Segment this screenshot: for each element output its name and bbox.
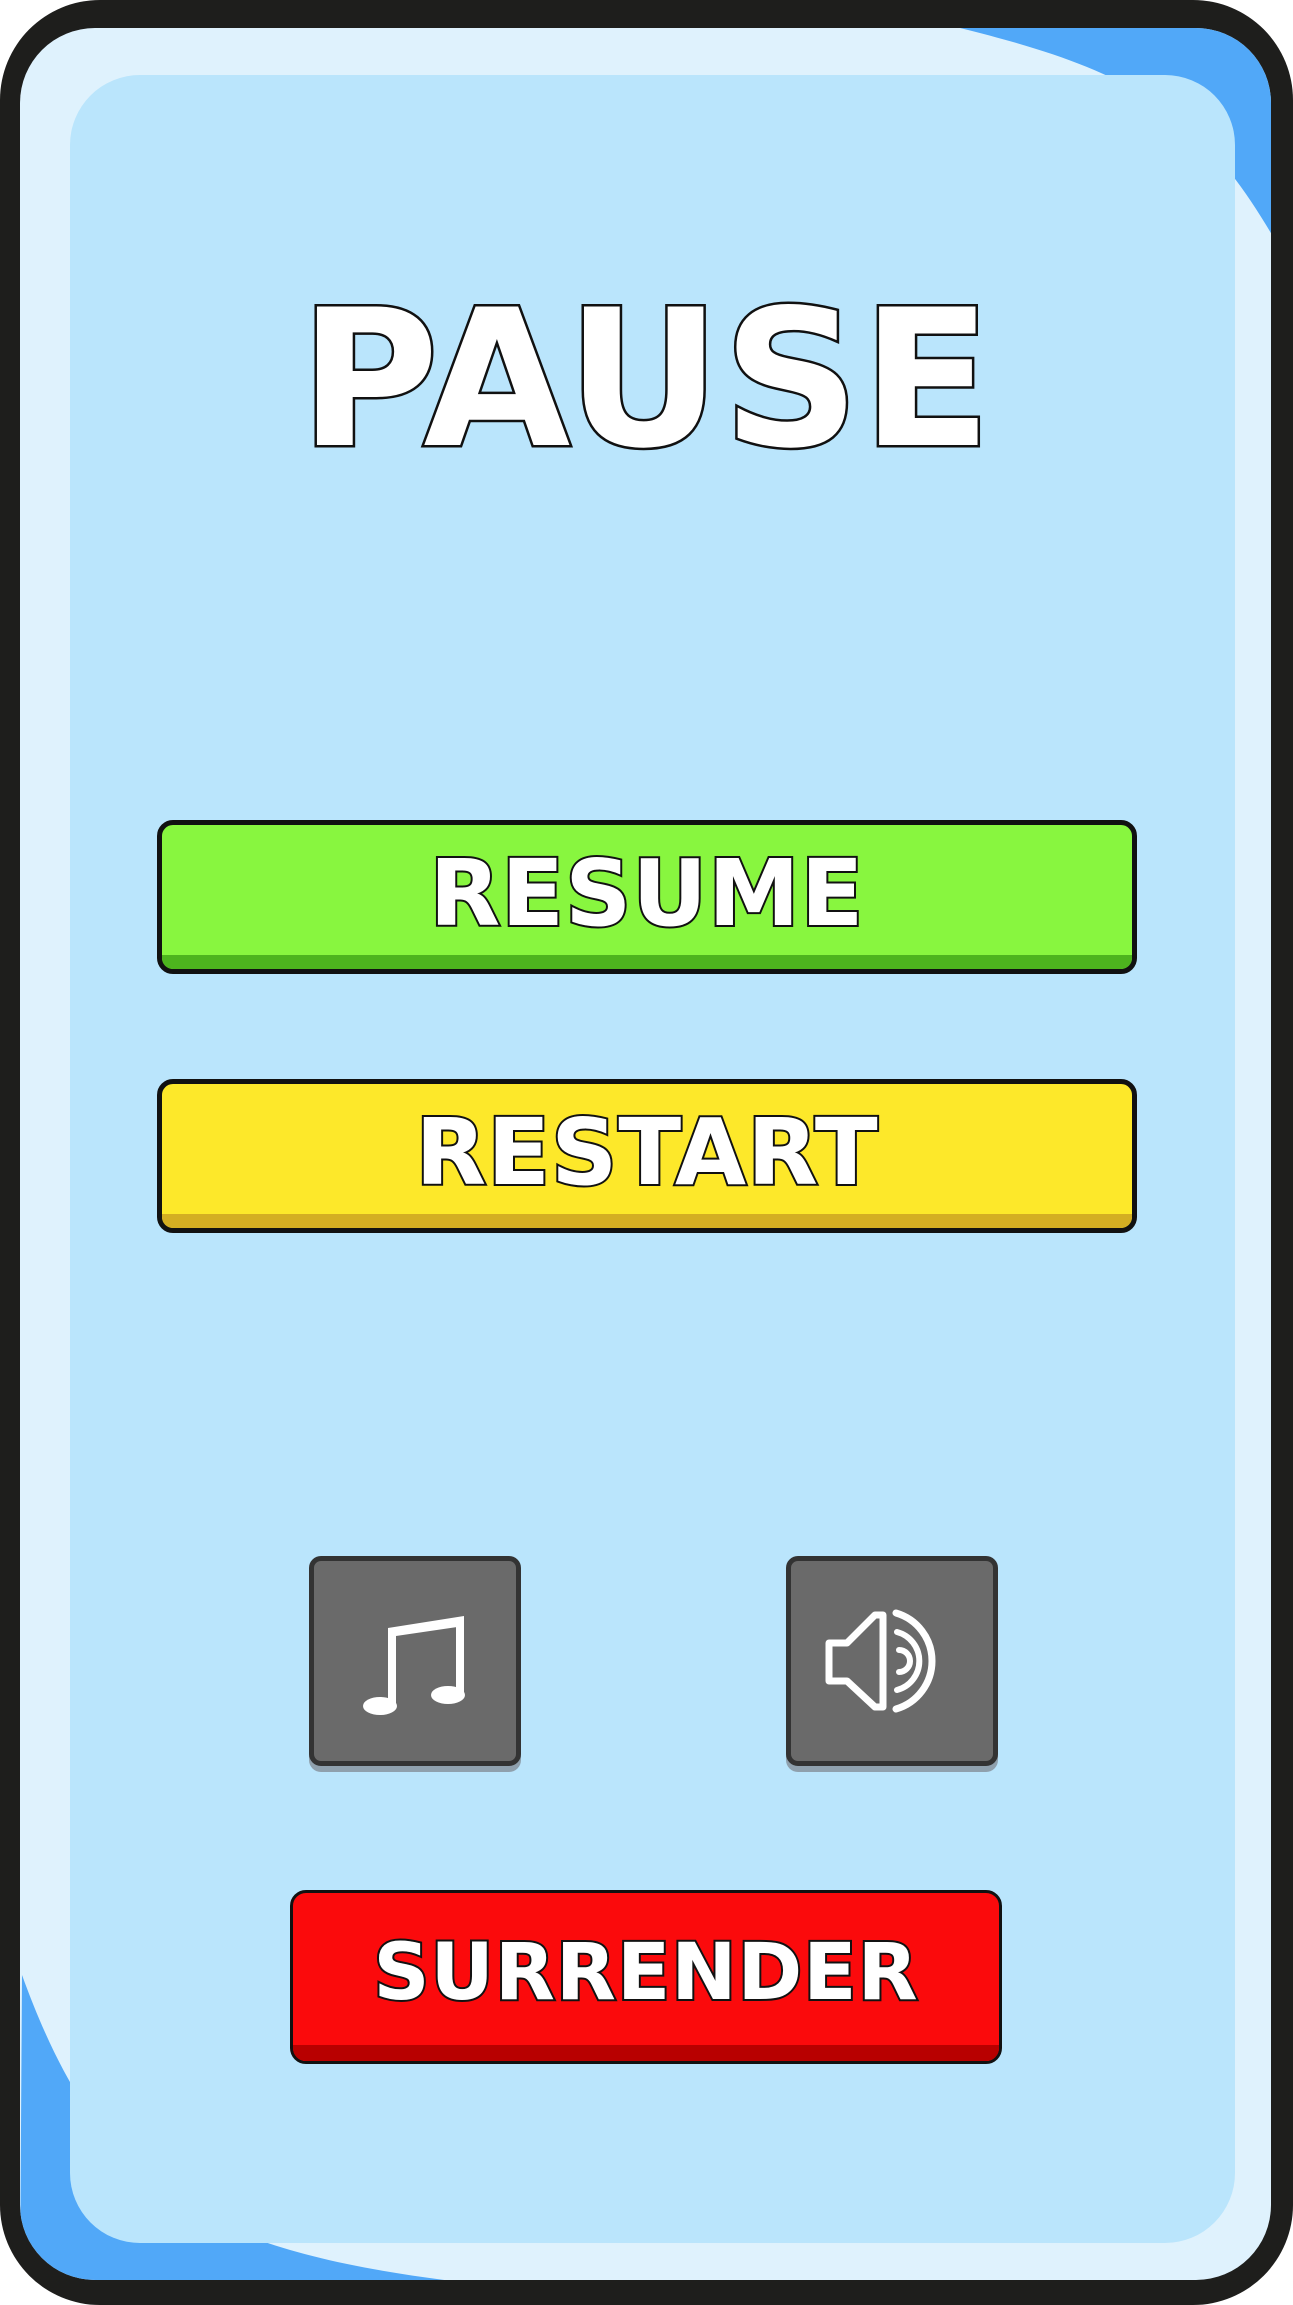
surrender-button-label: SURRENDER [371,1926,919,2020]
speaker-volume-icon [825,1609,936,1713]
sound-toggle-button[interactable] [786,1556,998,1766]
resume-button-shade [162,955,1132,969]
pause-title: PAUSE [297,267,994,492]
resume-button[interactable]: RESUME [157,820,1137,974]
resume-button-label: RESUME [427,838,865,949]
music-note-icon [363,1616,465,1715]
restart-button-label: RESTART [413,1097,879,1208]
restart-button[interactable]: RESTART [157,1079,1137,1233]
restart-button-shade [162,1214,1132,1228]
surrender-button-shade [293,2045,999,2061]
phone-frame: PAUSE RESUME RESTART SURRENDER [0,0,1293,2305]
music-toggle-button[interactable] [309,1556,521,1766]
surrender-button[interactable]: SURRENDER [290,1890,1002,2064]
